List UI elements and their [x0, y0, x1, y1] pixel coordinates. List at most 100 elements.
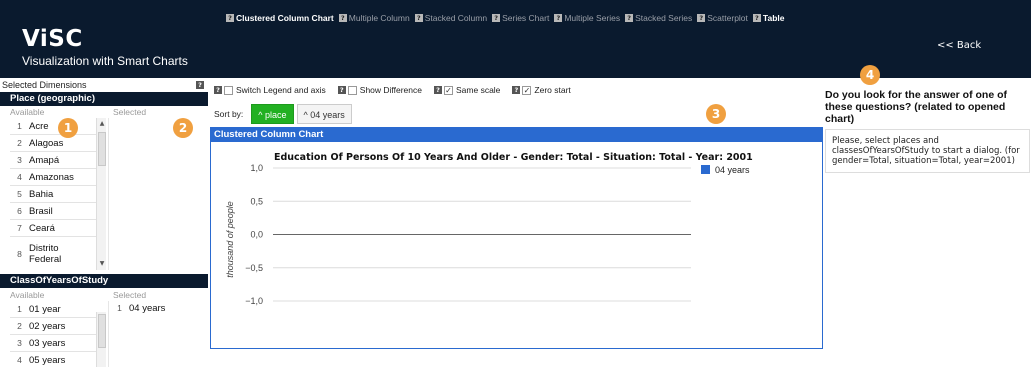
same-scale-checkbox[interactable]: ✓	[444, 85, 453, 95]
list-item[interactable]: 3 03 years	[10, 335, 96, 352]
list-item-label: 05 years	[29, 354, 66, 366]
chart-tab-4[interactable]: ? Multiple Series	[554, 12, 620, 24]
years-dimension-title: ClassOfYearsOfStudy	[0, 274, 208, 288]
help-icon[interactable]: ?	[226, 14, 234, 22]
help-icon[interactable]: ?	[752, 14, 761, 22]
list-item-index: 3	[17, 155, 22, 165]
list-item-label: Distrito Federal	[29, 242, 62, 265]
chart-title: Education Of Persons Of 10 Years And Old…	[274, 152, 753, 163]
help-icon[interactable]: ?	[625, 14, 634, 22]
same-scale-label: Same scale	[456, 85, 501, 95]
years-available-list[interactable]: 1 01 year 2 02 years 3 03 years 4 05 years	[10, 301, 96, 367]
chart-tab-3[interactable]: ? Series Chart	[492, 12, 549, 24]
chart-tab-label: Multiple Series	[564, 13, 621, 23]
chart-tab-label: Stacked Column	[424, 13, 488, 23]
place-selected-list[interactable]	[110, 118, 208, 270]
list-item[interactable]: 2 02 years	[10, 318, 96, 335]
sort-by-place-button[interactable]: ^ place	[251, 104, 294, 124]
back-link[interactable]: << Back	[937, 40, 981, 51]
help-icon[interactable]: ?	[697, 14, 706, 22]
list-item-index: 4	[17, 172, 22, 182]
list-item[interactable]: 3 Amapá	[10, 152, 96, 169]
dialog-message: Please, select places and classesOfYears…	[825, 129, 1030, 173]
help-icon[interactable]: ?	[512, 86, 521, 94]
app-subtitle: Visualization with Smart Charts	[22, 54, 188, 68]
option-same-scale[interactable]: ? ✓ Same scale	[434, 85, 500, 95]
help-icon[interactable]: ?	[214, 86, 222, 94]
chart-tab-2[interactable]: ? Stacked Column	[414, 12, 488, 24]
help-icon[interactable]: ?	[338, 14, 347, 22]
list-item-index: 5	[17, 189, 22, 199]
list-item-index: 8	[17, 248, 22, 259]
list-item-label: Brasil	[29, 205, 53, 217]
list-item-label: Acre	[29, 120, 49, 132]
place-available-list[interactable]: 1 Acre 2 Alagoas 3 Amapá 4 Amazonas 5 Bahia 6 Brasi…	[10, 118, 96, 270]
zero-start-checkbox[interactable]: ✓	[522, 85, 532, 95]
list-item-label: Bahia	[29, 188, 54, 200]
chart-tab-5[interactable]: ? Stacked Series	[625, 12, 692, 24]
question-heading: Do you look for the answer of one of the…	[825, 89, 1008, 125]
option-zero-start[interactable]: ? ✓ Zero start	[512, 85, 571, 95]
chart-tab-label: Stacked Series	[635, 13, 693, 23]
years-scrollbar[interactable]	[96, 312, 106, 367]
list-item[interactable]: 2 Alagoas	[10, 135, 96, 152]
list-item-index: 4	[17, 355, 22, 365]
help-icon[interactable]: ?	[434, 86, 442, 94]
chart-tab-7[interactable]: ? Table	[752, 12, 784, 24]
place-scrollbar[interactable]: ▲ ▼	[96, 118, 106, 270]
list-item[interactable]: 5 Bahia	[10, 186, 96, 203]
list-item-index: 2	[17, 321, 22, 331]
chart-tab-6[interactable]: ? Scatterplot	[697, 12, 748, 24]
list-item-label: Amazonas	[29, 171, 74, 183]
y-tick-label: −1,0	[245, 296, 263, 306]
list-item[interactable]: 1 01 year	[10, 301, 96, 318]
list-item-index: 1	[17, 121, 22, 131]
list-item-index: 7	[17, 223, 22, 233]
help-icon[interactable]: ?	[554, 14, 563, 22]
chart-options: ? Switch Legend and axis ? Show Differen…	[214, 84, 583, 96]
chart-canvas: Education Of Persons Of 10 Years And Old…	[225, 152, 753, 306]
scroll-thumb[interactable]	[98, 132, 106, 166]
list-item[interactable]: 4 Amazonas	[10, 169, 96, 186]
option-switch-legend[interactable]: ? Switch Legend and axis	[214, 85, 326, 95]
chart-tab-label: Multiple Column	[348, 13, 410, 23]
scroll-down-icon[interactable]: ▼	[98, 260, 106, 268]
list-item-index: 6	[17, 206, 22, 216]
show-difference-label: Show Difference	[359, 85, 422, 95]
help-icon[interactable]: ?	[337, 86, 346, 94]
years-selected-list[interactable]: 1 04 years	[110, 301, 208, 367]
list-item[interactable]: 1 Acre	[10, 118, 96, 135]
dimensions-heading-label: Selected Dimensions	[2, 80, 87, 90]
show-difference-checkbox[interactable]	[347, 85, 357, 95]
list-item[interactable]: 7 Ceará	[10, 220, 96, 237]
chart-type-tabs: ? Clustered Column Chart? Multiple Column?…	[226, 12, 789, 24]
chart-tab-0[interactable]: ? Clustered Column Chart	[226, 12, 334, 24]
list-item-label: Amapá	[29, 154, 60, 166]
place-column-headers: Available Selected	[0, 106, 208, 118]
scroll-up-icon[interactable]: ▲	[98, 120, 106, 128]
list-item[interactable]: 8 Distrito Federal	[10, 237, 96, 270]
chart-tab-1[interactable]: ? Multiple Column	[338, 12, 410, 24]
chart-tab-label: Scatterplot	[707, 13, 748, 23]
badge-1: 1	[58, 118, 78, 138]
place-dimension-title: Place (geographic)	[0, 92, 208, 106]
switch-legend-checkbox[interactable]	[224, 85, 233, 95]
sort-by-04-years-button[interactable]: ^ 04 years	[296, 104, 352, 124]
chart-panel: Clustered Column Chart Education Of Pers…	[210, 127, 823, 349]
list-item[interactable]: 1 04 years	[110, 301, 208, 315]
help-icon[interactable]: ?	[196, 81, 204, 89]
legend-swatch	[701, 165, 710, 174]
list-item[interactable]: 6 Brasil	[10, 203, 96, 220]
badge-2: 2	[173, 118, 193, 138]
badge-3: 3	[706, 104, 726, 124]
list-item-label: 01 year	[29, 303, 61, 315]
sort-label: Sort by:	[214, 109, 244, 119]
place-available-label: Available	[10, 107, 45, 117]
years-column-headers: Available Selected	[0, 289, 208, 301]
scroll-thumb[interactable]	[98, 314, 106, 348]
help-icon[interactable]: ?	[492, 14, 501, 22]
option-show-difference[interactable]: ? Show Difference	[337, 85, 422, 95]
help-icon[interactable]: ?	[414, 14, 423, 22]
list-item-index: 1	[117, 303, 122, 313]
list-item[interactable]: 4 05 years	[10, 352, 96, 367]
